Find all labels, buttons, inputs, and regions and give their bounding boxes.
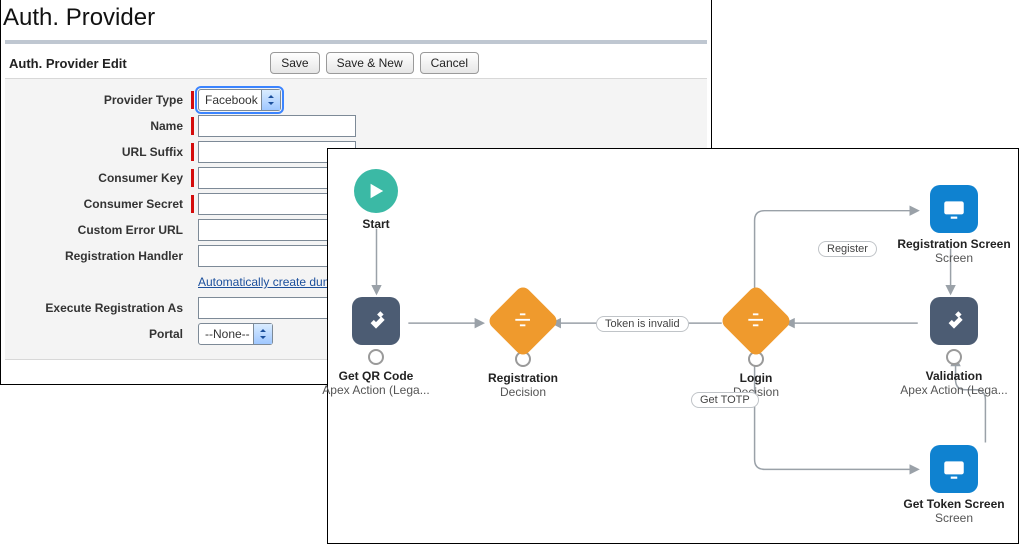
flow-node-subtitle: Decision [473, 385, 573, 399]
flow-node-login[interactable]: Login Decision [706, 295, 806, 399]
flow-node-validation[interactable]: Validation Apex Action (Lega... [898, 297, 1010, 397]
provider-type-value: Facebook [205, 93, 258, 107]
screen-icon [930, 445, 978, 493]
flow-node-subtitle: Screen [884, 251, 1024, 265]
decision-icon [719, 284, 793, 358]
page-title: Auth. Provider [3, 4, 703, 32]
flow-node-subtitle: Apex Action (Lega... [898, 383, 1010, 397]
registration-handler-label: Registration Handler [13, 249, 191, 263]
flow-node-subtitle: Apex Action (Lega... [320, 383, 432, 397]
custom-error-url-label: Custom Error URL [13, 223, 191, 237]
decision-icon [486, 284, 560, 358]
loop-indicator-icon [946, 349, 962, 365]
name-label: Name [13, 119, 191, 133]
edge-label-register: Register [818, 241, 877, 257]
auto-create-link[interactable]: Automatically create dumm [198, 275, 343, 289]
portal-label: Portal [13, 327, 191, 341]
consumer-key-label: Consumer Key [13, 171, 191, 185]
flow-node-title: Validation [898, 369, 1010, 383]
flow-node-registration-screen[interactable]: Registration Screen Screen [884, 185, 1024, 265]
section-title: Auth. Provider Edit [9, 56, 127, 71]
required-marker [191, 143, 194, 161]
plug-icon [930, 297, 978, 345]
required-marker [191, 91, 194, 109]
provider-type-label: Provider Type [13, 93, 191, 107]
cancel-button[interactable]: Cancel [420, 52, 479, 74]
required-marker [191, 169, 194, 187]
loop-indicator-icon [368, 349, 384, 365]
required-marker [191, 195, 194, 213]
provider-type-select[interactable]: Facebook [198, 89, 281, 111]
portal-value: --None-- [205, 327, 250, 341]
edge-label-token-invalid: Token is invalid [596, 316, 689, 332]
consumer-secret-label: Consumer Secret [13, 197, 191, 211]
save-and-new-button[interactable]: Save & New [326, 52, 414, 74]
flow-node-get-token-screen[interactable]: Get Token Screen Screen [884, 445, 1024, 525]
save-button[interactable]: Save [270, 52, 319, 74]
portal-select[interactable]: --None-- [198, 323, 273, 345]
play-icon [354, 169, 398, 213]
screen-icon [930, 185, 978, 233]
flow-node-get-qr-code[interactable]: Get QR Code Apex Action (Lega... [320, 297, 432, 397]
flow-node-title: Start [346, 217, 406, 231]
chevron-up-down-icon [261, 90, 280, 110]
flow-node-subtitle: Screen [884, 511, 1024, 525]
flow-node-title: Registration [473, 371, 573, 385]
edit-toolbar: Auth. Provider Edit Save Save & New Canc… [1, 44, 711, 78]
edge-label-get-totp: Get TOTP [691, 392, 759, 408]
name-input[interactable] [198, 115, 356, 137]
flow-node-title: Get QR Code [320, 369, 432, 383]
flow-canvas: Start Get QR Code Apex Action (Lega... R… [327, 148, 1019, 544]
flow-node-title: Registration Screen [884, 237, 1024, 251]
flow-node-start[interactable]: Start [346, 169, 406, 231]
url-suffix-label: URL Suffix [13, 145, 191, 159]
flow-node-title: Login [706, 371, 806, 385]
chevron-up-down-icon [253, 324, 272, 344]
required-marker [191, 117, 194, 135]
flow-node-registration[interactable]: Registration Decision [473, 295, 573, 399]
execute-as-label: Execute Registration As [13, 301, 191, 315]
flow-node-title: Get Token Screen [884, 497, 1024, 511]
plug-icon [352, 297, 400, 345]
